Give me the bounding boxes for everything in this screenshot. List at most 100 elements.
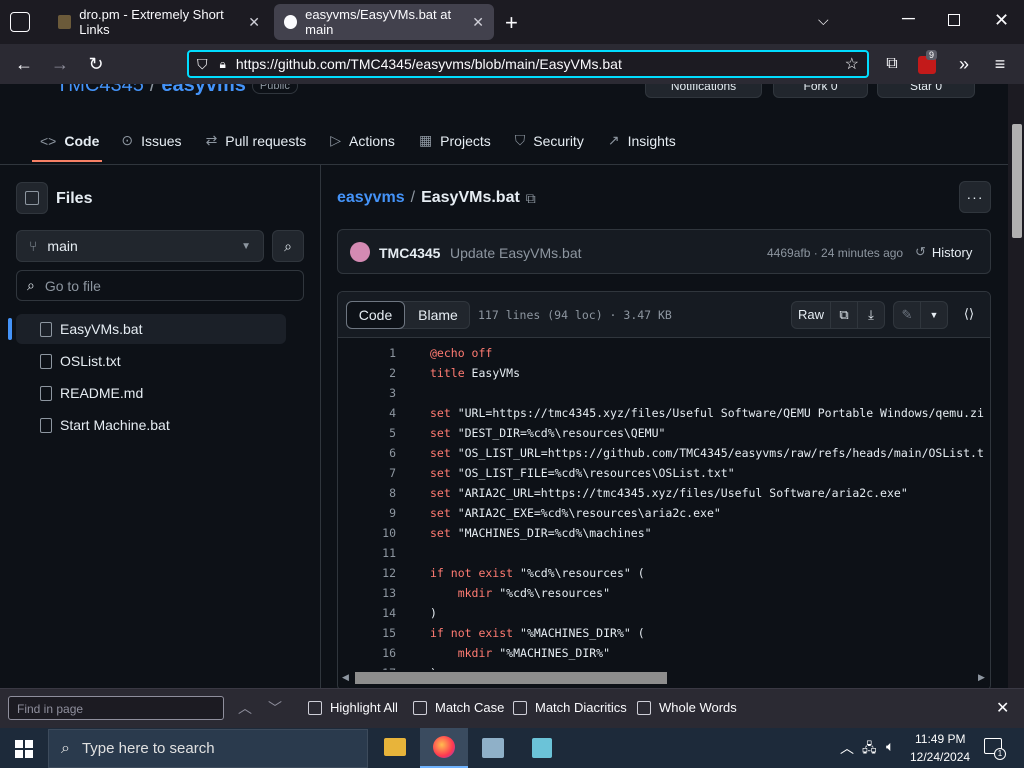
code-view[interactable]: 1 @echo off 2 title EasyVMs 3 4 set "URL=https…: [338, 338, 990, 686]
file-tree-item[interactable]: README.md: [40, 385, 143, 401]
bookmark-star-icon[interactable]: ☆: [845, 54, 859, 74]
close-tab-icon[interactable]: ✕: [248, 14, 260, 31]
app-menu-icon[interactable]: ≡: [986, 52, 1014, 76]
tab-pull-requests[interactable]: ⇄ Pull requests: [206, 132, 307, 149]
line-number[interactable]: 6: [338, 446, 396, 460]
branch-selector[interactable]: ⑂ main ▼: [16, 230, 264, 262]
line-number[interactable]: 14: [338, 606, 396, 620]
minimize-button[interactable]: ─: [902, 8, 915, 29]
network-icon[interactable]: 🖧︎: [862, 739, 877, 761]
match-diacritics-checkbox[interactable]: Match Diacritics: [513, 700, 627, 715]
find-next-button[interactable]: ﹀: [268, 698, 282, 718]
url-text[interactable]: https://github.com/TMC4345/easyvms/blob/…: [236, 56, 622, 72]
file-tree-item[interactable]: OSList.txt: [40, 353, 121, 369]
clock-date[interactable]: 12/24/2024: [910, 750, 970, 764]
commit-message[interactable]: Update EasyVMs.bat: [450, 245, 582, 261]
tab-overview-icon[interactable]: [10, 12, 30, 32]
line-number[interactable]: 7: [338, 466, 396, 480]
search-files-button[interactable]: ⌕: [272, 230, 304, 262]
repo-owner-link[interactable]: TMC4345: [56, 84, 144, 97]
file-explorer-taskbar-icon[interactable]: [384, 738, 406, 756]
tab-issues[interactable]: ⊙ Issues: [121, 132, 181, 149]
edit-button[interactable]: ✎: [893, 301, 921, 329]
tab-insights[interactable]: ↗ Insights: [608, 132, 676, 149]
raw-button[interactable]: Raw: [791, 301, 831, 329]
taskbar-search-box[interactable]: ⌕ Type here to search: [48, 729, 368, 768]
line-number[interactable]: 5: [338, 426, 396, 440]
line-number[interactable]: 10: [338, 526, 396, 540]
line-number[interactable]: 15: [338, 626, 396, 640]
edit-dropdown-button[interactable]: ▼: [920, 301, 948, 329]
address-bar[interactable]: ⛉ 🔒︎ https://github.com/TMC4345/easyvms/…: [187, 50, 869, 78]
find-previous-button[interactable]: ︿: [238, 698, 252, 718]
line-number[interactable]: 12: [338, 566, 396, 580]
close-window-button[interactable]: ✕: [994, 10, 1009, 31]
line-number[interactable]: 3: [338, 386, 396, 400]
tray-chevron-icon[interactable]: ︿: [840, 738, 854, 758]
tab-security[interactable]: ⛉ Security: [515, 132, 584, 149]
symbols-button[interactable]: ⟨⟩: [955, 301, 983, 329]
code-horizontal-scrollbar[interactable]: ◀ ▶: [338, 670, 990, 686]
collapse-sidebar-button[interactable]: [16, 182, 48, 214]
tab-code-view[interactable]: Code: [346, 301, 405, 329]
copy-path-icon[interactable]: ⧉: [526, 190, 536, 207]
line-number[interactable]: 11: [338, 546, 396, 560]
tab-projects[interactable]: ▦ Projects: [419, 132, 491, 149]
tab-blame-view[interactable]: Blame: [408, 301, 468, 329]
line-number[interactable]: 8: [338, 486, 396, 500]
tab-actions[interactable]: ▷ Actions: [330, 132, 395, 149]
maximize-button[interactable]: [948, 14, 960, 26]
match-case-checkbox[interactable]: Match Case: [413, 700, 504, 715]
avatar[interactable]: [350, 242, 370, 262]
notifications-button[interactable]: Notifications: [645, 84, 762, 98]
download-button[interactable]: ⤓: [857, 301, 885, 329]
scrollbar-thumb[interactable]: [355, 672, 667, 684]
line-number[interactable]: 1: [338, 346, 396, 360]
file-tree-item[interactable]: EasyVMs.bat: [40, 321, 142, 337]
more-options-button[interactable]: ···: [959, 181, 991, 213]
list-tabs-chevron-icon[interactable]: ⌵: [818, 12, 829, 29]
new-tab-button[interactable]: +: [505, 10, 518, 36]
lock-icon[interactable]: 🔒︎: [220, 57, 226, 72]
app-taskbar-icon[interactable]: [482, 738, 504, 758]
reload-button[interactable]: ↻: [82, 52, 110, 76]
copy-raw-button[interactable]: ⧉: [830, 301, 858, 329]
scrollbar-right-arrow-icon[interactable]: ▶: [978, 672, 985, 683]
firefox-taskbar-icon[interactable]: [420, 728, 468, 768]
history-button[interactable]: ↺ History: [915, 244, 972, 260]
tab-github[interactable]: easyvms/EasyVMs.bat at main ✕: [274, 4, 494, 40]
line-number[interactable]: 2: [338, 366, 396, 380]
line-number[interactable]: 4: [338, 406, 396, 420]
clock-time[interactable]: 11:49 PM: [915, 732, 965, 746]
forward-button[interactable]: →: [46, 52, 74, 76]
commit-author[interactable]: TMC4345: [379, 245, 440, 261]
go-to-file-input[interactable]: ⌕ Go to file: [16, 270, 304, 301]
file-tree-item[interactable]: Start Machine.bat: [40, 417, 170, 433]
tab-title: dro.pm - Extremely Short Links: [79, 7, 224, 37]
highlight-all-checkbox[interactable]: Highlight All: [308, 700, 398, 715]
find-in-page-input[interactable]: Find in page: [8, 696, 224, 720]
shield-icon[interactable]: ⛉: [197, 56, 208, 73]
fork-button[interactable]: Fork 0: [773, 84, 868, 98]
close-tab-icon[interactable]: ✕: [472, 14, 484, 31]
extensions-icon[interactable]: ⧉: [878, 52, 906, 76]
commit-meta[interactable]: 4469afb · 24 minutes ago: [767, 246, 903, 260]
overflow-chevrons-icon[interactable]: »: [950, 52, 978, 76]
notepad-taskbar-icon[interactable]: [532, 738, 552, 758]
whole-words-checkbox[interactable]: Whole Words: [637, 700, 737, 715]
scrollbar-left-arrow-icon[interactable]: ◀: [342, 672, 349, 683]
volume-muted-icon[interactable]: 🔈︎: [886, 738, 894, 755]
close-find-bar-icon[interactable]: ✕: [996, 698, 1009, 718]
page-scrollbar-thumb[interactable]: [1012, 124, 1022, 238]
star-button[interactable]: Star 0: [877, 84, 975, 98]
line-number[interactable]: 16: [338, 646, 396, 660]
tab-code[interactable]: <> Code: [32, 133, 102, 162]
tab-dropm[interactable]: dro.pm - Extremely Short Links ✕: [48, 4, 270, 40]
back-button[interactable]: ←: [10, 52, 38, 76]
repo-name-link[interactable]: easyvms: [161, 84, 246, 97]
page-scrollbar[interactable]: [1008, 84, 1024, 688]
windows-start-icon[interactable]: [15, 740, 33, 758]
line-number[interactable]: 13: [338, 586, 396, 600]
breadcrumb-repo-link[interactable]: easyvms: [337, 189, 405, 207]
line-number[interactable]: 9: [338, 506, 396, 520]
